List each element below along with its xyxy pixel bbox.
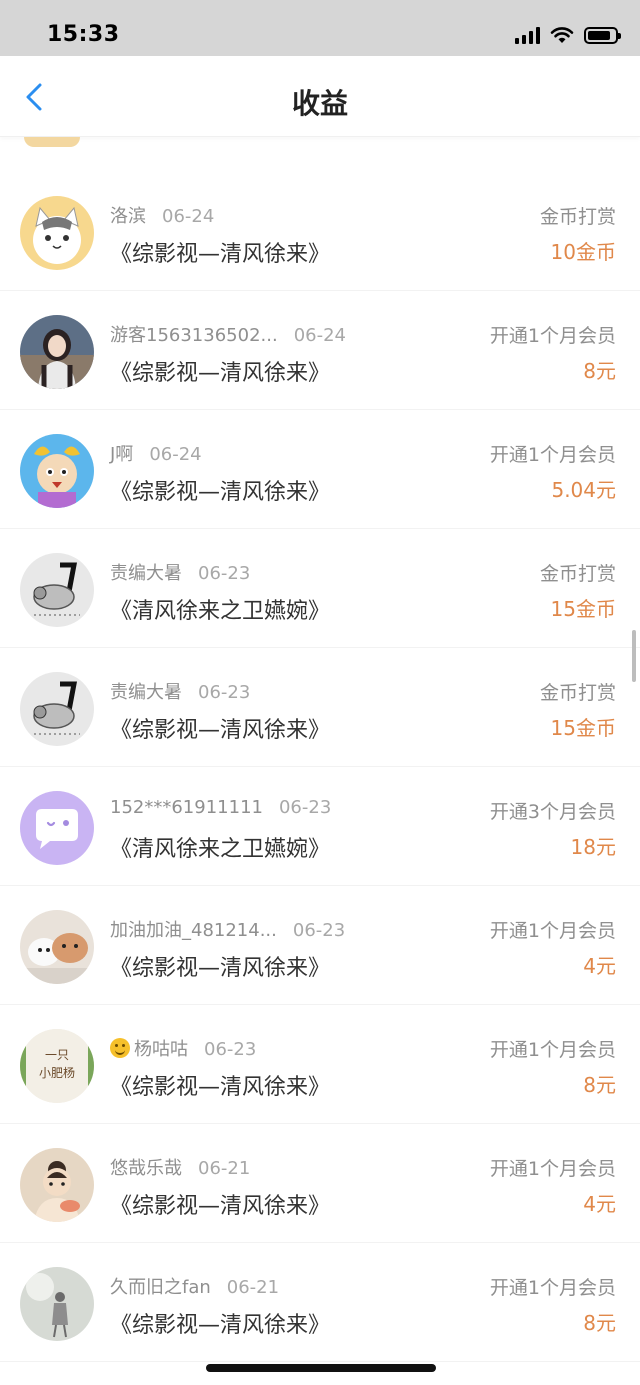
pets-photo-avatar [20, 910, 94, 984]
grey-figure-avatar [20, 1267, 94, 1341]
income-type: 金币打赏 [539, 206, 616, 228]
income-type: 开通1个月会员 [489, 1277, 616, 1299]
book-title: 《综影视—清风徐来》 [110, 718, 331, 743]
record-meta: 责编大暑 06-23 [110, 678, 250, 704]
illustration-avatar [20, 1148, 94, 1222]
record-date: 06-23 [198, 682, 251, 703]
grinning-face-emoji [110, 1038, 130, 1058]
status-bar: 15:33 [0, 0, 640, 56]
income-type: 金币打赏 [539, 682, 616, 704]
book-title: 《清风徐来之卫嬿婉》 [110, 599, 331, 624]
record-meta: 152***61911111 06-23 [110, 797, 331, 818]
book-title: 《综影视—清风徐来》 [110, 242, 331, 267]
income-amount: 10金币 [550, 240, 616, 264]
income-amount: 4元 [583, 954, 616, 978]
record-date: 06-23 [204, 1039, 257, 1060]
list-item[interactable]: 游客1563136502... 06-24 《综影视—清风徐来》 开通1个月会员 … [0, 291, 640, 410]
record-meta: 加油加油_481214... 06-23 [110, 916, 345, 942]
income-amount: 18元 [570, 835, 616, 859]
income-type: 开通1个月会员 [489, 325, 616, 347]
cat-avatar [20, 196, 94, 270]
battery-icon [584, 26, 621, 44]
record-meta: 久而旧之fan 06-21 [110, 1273, 279, 1299]
list-item[interactable]: 一只 小肥杨 杨咕咕 06-23 《综影视—清风徐来》 开通1个月会员 8元 [0, 1005, 640, 1124]
record-date: 06-23 [278, 797, 332, 818]
book-title: 《综影视—清风徐来》 [110, 480, 331, 505]
income-amount: 15金币 [550, 716, 616, 740]
list-item[interactable]: J啊 06-24 《综影视—清风徐来》 开通1个月会员 5.04元 [0, 410, 640, 529]
record-date: 06-24 [162, 206, 215, 227]
user-name: 洛滨 [110, 206, 146, 227]
income-amount: 5.04元 [551, 478, 616, 502]
record-meta: J啊 06-24 [110, 440, 202, 466]
user-name: 久而旧之fan [110, 1277, 211, 1298]
income-type: 开通1个月会员 [489, 1039, 616, 1061]
income-type: 金币打赏 [539, 563, 616, 585]
user-name: 游客1563136502... [110, 325, 278, 346]
nav-bar: 收益 [0, 56, 640, 137]
income-amount: 4元 [583, 1192, 616, 1216]
svg-text:一只: 一只 [45, 1048, 69, 1062]
record-date: 06-23 [292, 920, 346, 941]
cellular-signal-icon [515, 26, 540, 44]
user-name: 责编大暑 [110, 563, 182, 584]
status-icons [515, 26, 621, 44]
user-name: 152***61911111 [110, 797, 263, 818]
user-name: 悠哉乐哉 [110, 1158, 182, 1179]
cartoon-girl-avatar [20, 434, 94, 508]
partial-avatar [24, 137, 80, 147]
income-amount: 15金币 [550, 597, 616, 621]
svg-text:小肥杨: 小肥杨 [39, 1065, 75, 1080]
user-name: 杨咕咕 [134, 1039, 188, 1060]
record-date: 06-21 [226, 1277, 280, 1298]
income-amount: 8元 [583, 1073, 616, 1097]
book-title: 《清风徐来之卫嬿婉》 [110, 837, 331, 862]
girl-photo-avatar [20, 315, 94, 389]
record-meta: 游客1563136502... 06-24 [110, 321, 346, 347]
status-time: 15:33 [47, 22, 120, 47]
record-date: 06-23 [198, 563, 251, 584]
wifi-icon [550, 27, 574, 43]
list-item[interactable]: 久而旧之fan 06-21 《综影视—清风徐来》 开通1个月会员 8元 [0, 1243, 640, 1362]
home-indicator[interactable] [206, 1364, 436, 1372]
income-type: 开通3个月会员 [489, 801, 616, 823]
scrollbar[interactable] [632, 630, 636, 682]
list-item[interactable]: 洛滨 06-24 《综影视—清风徐来》 金币打赏 10金币 [0, 172, 640, 291]
record-meta: 杨咕咕 06-23 [110, 1035, 256, 1061]
record-meta: 责编大暑 06-23 [110, 559, 250, 585]
list-item[interactable]: 152***61911111 06-23 《清风徐来之卫嬿婉》 开通3个月会员 1… [0, 767, 640, 886]
sketch-animal-avatar [20, 672, 94, 746]
record-date: 06-21 [198, 1158, 251, 1179]
earnings-list: 洛滨 06-24 《综影视—清风徐来》 金币打赏 10金币 游客156313650… [0, 172, 640, 1362]
page-title: 收益 [291, 87, 348, 120]
user-name: J啊 [110, 444, 134, 465]
record-date: 06-24 [149, 444, 202, 465]
book-title: 《综影视—清风徐来》 [110, 361, 331, 386]
user-name: 责编大暑 [110, 682, 182, 703]
income-type: 开通1个月会员 [489, 920, 616, 942]
text-logo-avatar: 一只 小肥杨 [20, 1029, 94, 1103]
user-name: 加油加油_481214... [110, 920, 277, 941]
book-title: 《综影视—清风徐来》 [110, 1194, 331, 1219]
income-type: 开通1个月会员 [489, 1158, 616, 1180]
book-title: 《综影视—清风徐来》 [110, 1313, 331, 1338]
list-item[interactable]: 加油加油_481214... 06-23 《综影视—清风徐来》 开通1个月会员 4… [0, 886, 640, 1005]
record-date: 06-24 [293, 325, 346, 346]
list-item[interactable]: 责编大暑 06-23 《综影视—清风徐来》 金币打赏 15金币 [0, 648, 640, 767]
chat-bubble-avatar [20, 791, 94, 865]
book-title: 《综影视—清风徐来》 [110, 1075, 331, 1100]
record-meta: 悠哉乐哉 06-21 [110, 1154, 250, 1180]
income-amount: 8元 [583, 359, 616, 383]
book-title: 《综影视—清风徐来》 [110, 956, 331, 981]
list-item[interactable]: 责编大暑 06-23 《清风徐来之卫嬿婉》 金币打赏 15金币 [0, 529, 640, 648]
sketch-animal-avatar [20, 553, 94, 627]
income-amount: 8元 [583, 1311, 616, 1335]
list-item[interactable]: 悠哉乐哉 06-21 《综影视—清风徐来》 开通1个月会员 4元 [0, 1124, 640, 1243]
record-meta: 洛滨 06-24 [110, 202, 214, 228]
income-type: 开通1个月会员 [489, 444, 616, 466]
